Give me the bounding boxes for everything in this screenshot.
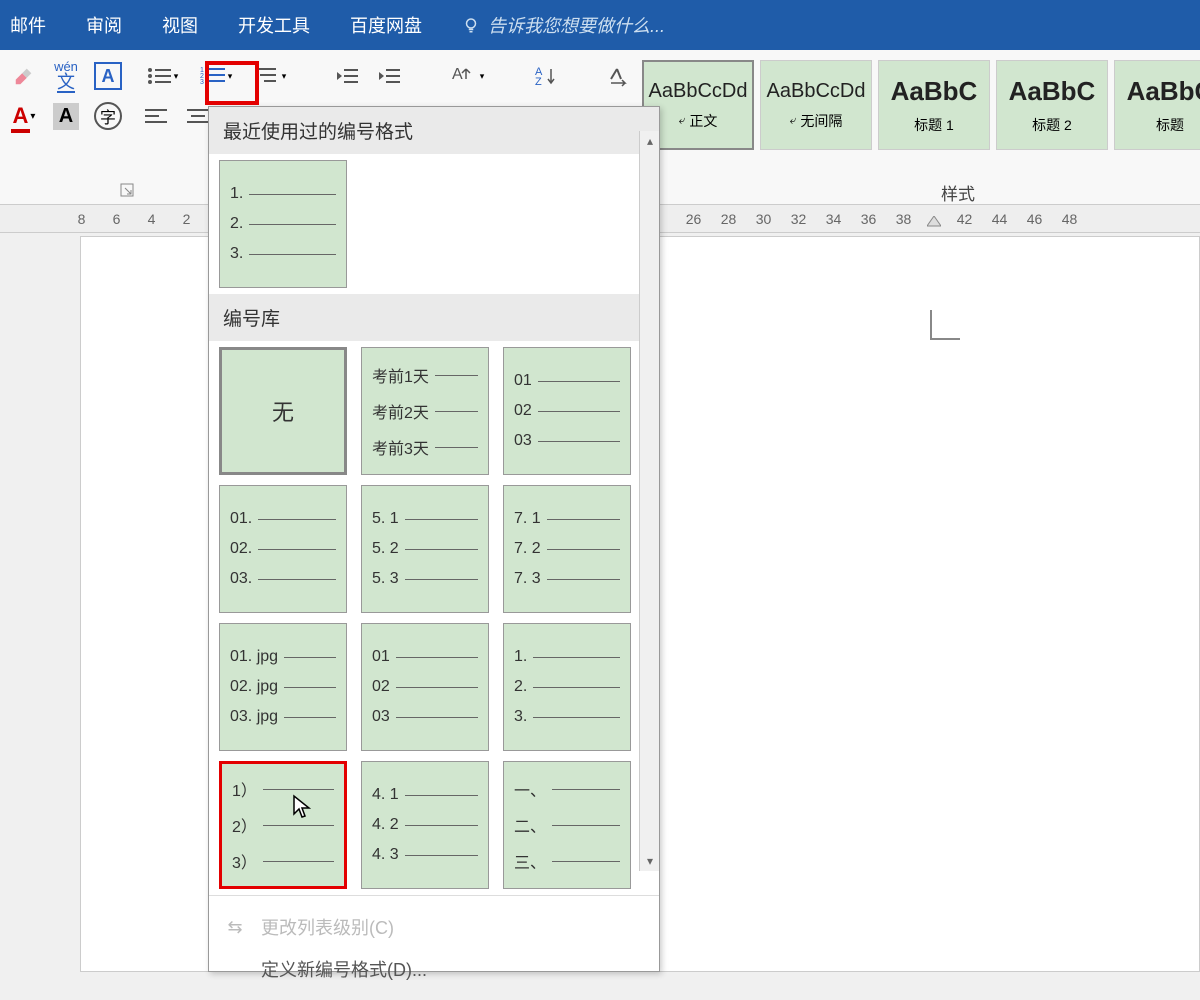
- numbering-dropdown: 最近使用过的编号格式 1. 2. 3. 编号库 无 考前1天 考前2天 考前3天…: [208, 106, 660, 972]
- tellme-search[interactable]: 告诉我您想要做什么...: [462, 12, 665, 38]
- decrease-indent-icon[interactable]: [332, 60, 364, 92]
- numbering-paren[interactable]: 1） 2） 3）: [219, 761, 347, 889]
- numbering-none[interactable]: 无: [219, 347, 347, 475]
- enclose-icon[interactable]: 字: [92, 100, 124, 132]
- svg-text:3: 3: [200, 79, 204, 86]
- styles-group-label: 样式: [941, 180, 975, 205]
- style-gallery: AaBbCcDd ⤶正文 AaBbCcDd ⤶无间隔 AaBbC 标题 1 Aa…: [642, 60, 1200, 204]
- increase-indent-icon[interactable]: [374, 60, 406, 92]
- numbering-icon[interactable]: 123▾: [194, 60, 238, 92]
- menu-view[interactable]: 视图: [162, 12, 198, 38]
- style-title[interactable]: AaBbC 标题: [1114, 60, 1200, 150]
- eraser-icon[interactable]: [8, 60, 40, 92]
- menu-mail[interactable]: 邮件: [10, 12, 46, 38]
- numbering-01[interactable]: 01 02 03: [503, 347, 631, 475]
- change-list-level[interactable]: ⇆ 更改列表级别(C): [223, 906, 645, 948]
- menu-devtools[interactable]: 开发工具: [238, 12, 310, 38]
- menubar: 邮件 审阅 视图 开发工具 百度网盘 告诉我您想要做什么...: [0, 0, 1200, 50]
- char-border-icon[interactable]: A: [92, 60, 124, 92]
- define-new-format[interactable]: 定义新编号格式(D)...: [223, 948, 645, 990]
- numbering-4x[interactable]: 4. 1 4. 2 4. 3: [361, 761, 489, 889]
- show-marks-icon[interactable]: [602, 60, 634, 92]
- cursor-icon: [292, 794, 312, 820]
- numbering-01-plain[interactable]: 01 02 03: [361, 623, 489, 751]
- style-heading2[interactable]: AaBbC 标题 2: [996, 60, 1108, 150]
- style-heading1[interactable]: AaBbC 标题 1: [878, 60, 990, 150]
- numbering-chinese[interactable]: 一、 二、 三、: [503, 761, 631, 889]
- indent-arrows-icon: ⇆: [223, 917, 247, 938]
- numbering-5x[interactable]: 5. 1 5. 2 5. 3: [361, 485, 489, 613]
- svg-text:A: A: [452, 66, 463, 83]
- scroll-down-icon[interactable]: ▾: [640, 851, 660, 871]
- menu-baidu[interactable]: 百度网盘: [350, 12, 422, 38]
- highlight-icon[interactable]: A: [50, 100, 82, 132]
- library-header: 编号库: [209, 294, 659, 341]
- numbering-jpg[interactable]: 01. jpg 02. jpg 03. jpg: [219, 623, 347, 751]
- numbering-7x[interactable]: 7. 1 7. 2 7. 3: [503, 485, 631, 613]
- pinyin-icon[interactable]: wén文: [50, 60, 82, 92]
- recent-header: 最近使用过的编号格式: [209, 107, 659, 154]
- dropdown-scrollbar[interactable]: ▴ ▾: [639, 131, 659, 871]
- svg-text:Z: Z: [535, 76, 542, 87]
- crop-mark-icon: [930, 310, 960, 340]
- multilevel-icon[interactable]: ▾: [248, 60, 292, 92]
- indent-marker-icon[interactable]: [927, 216, 941, 230]
- font-color-icon[interactable]: A▾: [8, 100, 40, 132]
- scroll-up-icon[interactable]: ▴: [640, 131, 660, 151]
- menu-review[interactable]: 审阅: [86, 12, 122, 38]
- align-left-icon[interactable]: [140, 100, 172, 132]
- numbering-01-dot[interactable]: 01. 02. 03.: [219, 485, 347, 613]
- numbering-custom-days[interactable]: 考前1天 考前2天 考前3天: [361, 347, 489, 475]
- lightbulb-icon: [462, 16, 480, 34]
- recent-format-1[interactable]: 1. 2. 3.: [219, 160, 347, 288]
- numbering-1-dot[interactable]: 1. 2. 3.: [503, 623, 631, 751]
- style-nospacing[interactable]: AaBbCcDd ⤶无间隔: [760, 60, 872, 150]
- dialog-launcher-icon[interactable]: [120, 183, 134, 197]
- bullets-icon[interactable]: ▾: [140, 60, 184, 92]
- text-direction-icon[interactable]: A▾: [446, 60, 490, 92]
- dropdown-footer: ⇆ 更改列表级别(C) 定义新编号格式(D)...: [209, 895, 659, 1000]
- sort-icon[interactable]: AZ: [530, 60, 562, 92]
